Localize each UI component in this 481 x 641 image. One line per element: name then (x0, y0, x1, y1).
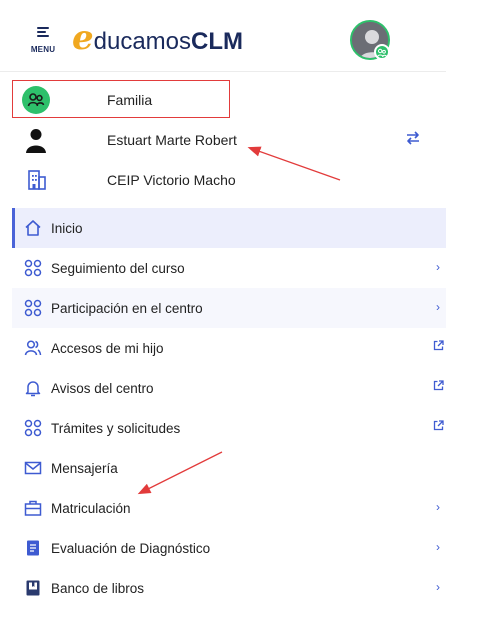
nav-label: Mensajería (51, 461, 118, 476)
app-header: MENU e ducamos CLM (0, 0, 446, 72)
nav-label: Matriculación (51, 501, 131, 516)
person-icon (22, 126, 50, 154)
nav-label: Trámites y solicitudes (51, 421, 181, 436)
nav-item-inicio[interactable]: Inicio (12, 208, 446, 248)
switch-student-icon[interactable] (405, 131, 421, 145)
nav-item-banco-libros[interactable]: Banco de libros › (12, 568, 446, 608)
menu-button[interactable]: MENU (28, 27, 58, 59)
logo-ducamos: ducamos (93, 28, 192, 55)
briefcase-icon (24, 499, 42, 517)
bell-icon (24, 379, 42, 397)
chevron-right-icon: › (436, 580, 440, 594)
external-link-icon (432, 420, 444, 434)
nav-item-participacion[interactable]: Participación en el centro › (12, 288, 446, 328)
nav-item-matriculacion[interactable]: Matriculación › (12, 488, 446, 528)
book-icon (24, 579, 42, 597)
external-link-icon (432, 340, 444, 354)
student-row[interactable]: Estuart Marte Robert (12, 120, 446, 160)
logo-e: e (72, 18, 94, 58)
annotation-highlight-box (12, 80, 230, 118)
nav-label: Participación en el centro (51, 301, 203, 316)
nav-item-mensajeria[interactable]: Mensajería (12, 448, 446, 488)
family-badge-icon (374, 44, 390, 60)
student-name: Estuart Marte Robert (107, 132, 237, 148)
home-icon (24, 219, 42, 237)
nav-item-evaluacion[interactable]: Evaluación de Diagnóstico › (12, 528, 446, 568)
mail-icon (24, 459, 42, 477)
chevron-right-icon: › (436, 500, 440, 514)
school-name: CEIP Victorio Macho (107, 172, 236, 188)
nav-label: Evaluación de Diagnóstico (51, 541, 211, 556)
apps-icon (24, 419, 42, 437)
nav-item-avisos[interactable]: Avisos del centro (12, 368, 446, 408)
external-link-icon (432, 380, 444, 394)
nav-item-seguimiento[interactable]: Seguimiento del curso › (12, 248, 446, 288)
educamosclm-logo[interactable]: e ducamos CLM (72, 18, 244, 58)
nav-label: Seguimiento del curso (51, 261, 185, 276)
school-row: CEIP Victorio Macho (12, 160, 446, 200)
nav-label: Inicio (51, 221, 83, 236)
users-icon (24, 339, 42, 357)
nav-label: Avisos del centro (51, 381, 154, 396)
nav-label: Banco de libros (51, 581, 145, 596)
apps-icon (24, 259, 42, 277)
chevron-right-icon: › (436, 540, 440, 554)
nav-item-tramites[interactable]: Trámites y solicitudes (12, 408, 446, 448)
document-icon (24, 539, 42, 557)
logo-clm: CLM (191, 28, 244, 55)
nav-item-accesos[interactable]: Accesos de mi hijo (12, 328, 446, 368)
menu-label: MENU (30, 45, 56, 54)
chevron-right-icon: › (436, 260, 440, 274)
hamburger-icon (37, 27, 49, 37)
building-icon (22, 166, 50, 194)
apps-icon (24, 299, 42, 317)
nav-label: Accesos de mi hijo (51, 341, 164, 356)
chevron-right-icon: › (436, 300, 440, 314)
